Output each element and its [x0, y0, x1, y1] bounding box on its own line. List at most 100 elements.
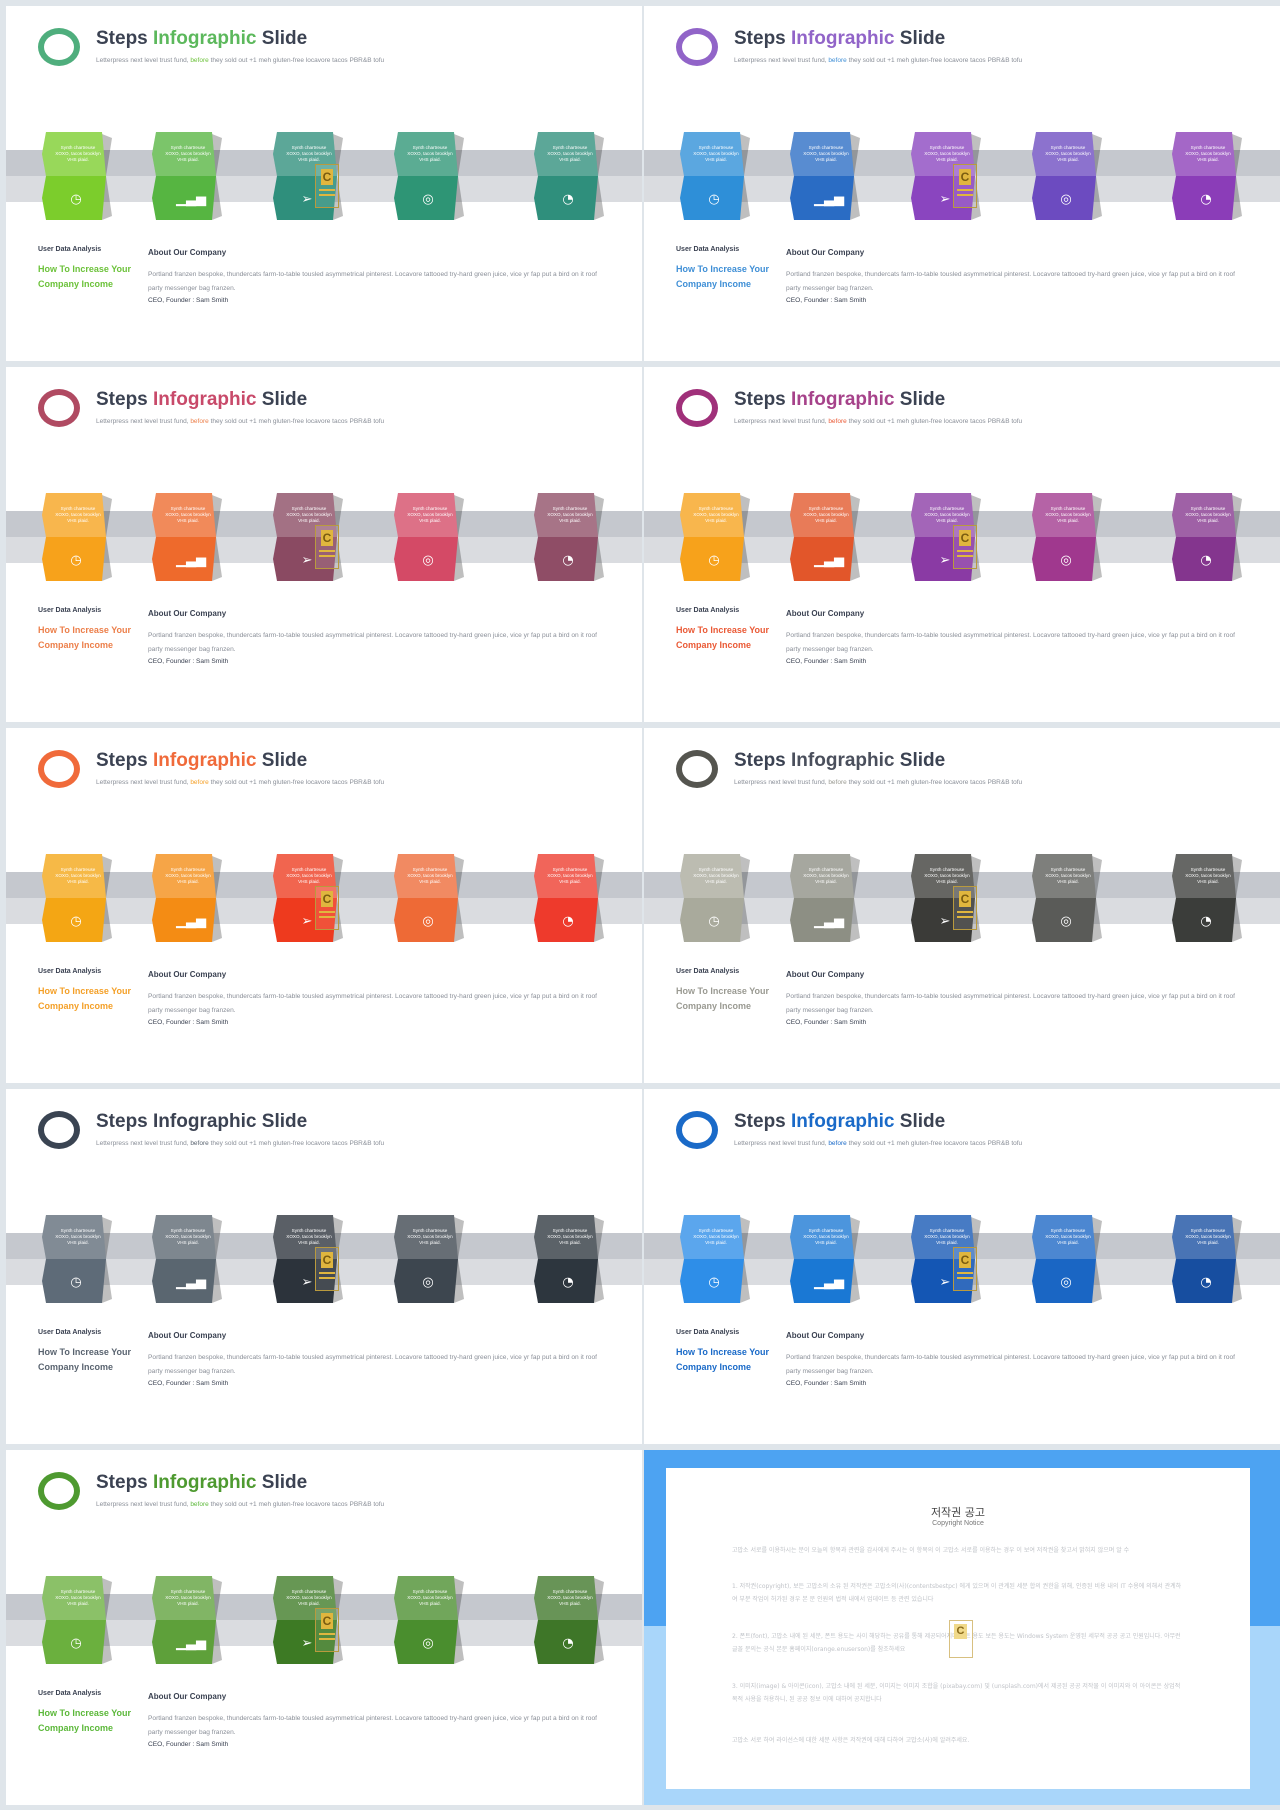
bar-chart-icon: ▁▃▅ — [176, 1636, 206, 1651]
step-text: Synth chartreuse XOXO, tacos brooklyn VH… — [693, 1228, 739, 1245]
slide-card: Steps Infographic Slide Letterpress next … — [6, 367, 642, 722]
title-word: Slide — [261, 750, 308, 771]
step-text: Synth chartreuse XOXO, tacos brooklyn VH… — [55, 145, 101, 162]
bar-chart-icon: ▁▃▅ — [814, 914, 844, 929]
how-to-line: How To Increase Your — [38, 1708, 132, 1718]
how-to-line: How To Increase Your — [38, 986, 132, 996]
step-text: Synth chartreuse XOXO, tacos brooklyn VH… — [165, 1228, 211, 1245]
title-word: Slide — [899, 389, 946, 410]
how-to-heading: How To Increase Your Company Income — [38, 623, 148, 653]
user-data-label: User Data Analysis — [38, 1690, 102, 1697]
subtitle-text: they sold out +1 meh gluten-free locavor… — [848, 779, 1023, 786]
how-to-heading: How To Increase Your Company Income — [38, 262, 148, 292]
watermark-letter: C — [959, 891, 971, 907]
copyright-paragraph: 고맙소 서로 하여 라이선스에 대한 세분 사항은 저작권에 대해 다하여 고맙… — [732, 1737, 970, 1744]
watermark-logo: C — [949, 1620, 973, 1658]
clock-icon: ◷ — [708, 914, 720, 929]
ring-logo-icon — [38, 28, 80, 66]
watermark-logo: C — [315, 886, 339, 930]
slide-subtitle: Letterpress next level trust fund, befor… — [96, 418, 384, 425]
step-text: Synth chartreuse XOXO, tacos brooklyn VH… — [924, 506, 970, 523]
step-block: Synth chartreuse XOXO, tacos brooklyn VH… — [394, 493, 464, 583]
slide-card: Steps Infographic Slide Letterpress next … — [6, 1450, 642, 1805]
clock-icon: ◷ — [70, 192, 82, 207]
slide-title: Steps Infographic Slide — [734, 28, 945, 50]
ceo-text: CEO, Founder : Sam Smith — [786, 297, 867, 304]
step-text: Synth chartreuse XOXO, tacos brooklyn VH… — [547, 506, 593, 523]
slide-title: Steps Infographic Slide — [96, 1111, 307, 1133]
copyright-paragraph: 고맙소 서로를 이용하시는 분이 오늘의 항목과 관련을 감사에게 주시는 이 … — [732, 1547, 1130, 1554]
ring-logo-icon — [676, 750, 718, 788]
step-text: Synth chartreuse XOXO, tacos brooklyn VH… — [286, 1589, 332, 1606]
watermark-line — [319, 1638, 335, 1640]
step-block: Synth chartreuse XOXO, tacos brooklyn VH… — [152, 1215, 222, 1305]
slide-subtitle: Letterpress next level trust fund, befor… — [96, 1140, 384, 1147]
copyright-title: 저작권 공고 — [930, 1506, 986, 1519]
ring-logo-icon — [38, 1472, 80, 1510]
step-text: Synth chartreuse XOXO, tacos brooklyn VH… — [547, 1228, 593, 1245]
step-block: Synth chartreuse XOXO, tacos brooklyn VH… — [1032, 132, 1102, 222]
step-block: Synth chartreuse XOXO, tacos brooklyn VH… — [42, 1215, 112, 1305]
about-company-label: About Our Company — [148, 609, 227, 618]
step-block: Synth chartreuse XOXO, tacos brooklyn VH… — [1172, 854, 1242, 944]
title-word: Slide — [899, 750, 946, 771]
step-block: Synth chartreuse XOXO, tacos brooklyn VH… — [680, 132, 750, 222]
ceo-text: CEO, Founder : Sam Smith — [786, 658, 867, 665]
target-icon: ◎ — [422, 192, 434, 207]
step-block: Synth chartreuse XOXO, tacos brooklyn VH… — [394, 1215, 464, 1305]
watermark-letter: C — [959, 169, 971, 185]
step-block: Synth chartreuse XOXO, tacos brooklyn VH… — [394, 1576, 464, 1666]
watermark-logo: C — [315, 164, 339, 208]
slide-subtitle: Letterpress next level trust fund, befor… — [96, 1501, 384, 1508]
copyright-paragraph: 3. 이미지(image) & 아이콘(icon), 고맙소 내에 된 세분, … — [732, 1683, 1181, 1703]
subtitle-highlight: before — [190, 779, 209, 786]
how-to-line: How To Increase Your — [676, 986, 770, 996]
ceo-text: CEO, Founder : Sam Smith — [148, 297, 229, 304]
title-word: Slide — [899, 1111, 946, 1132]
step-text: Synth chartreuse XOXO, tacos brooklyn VH… — [803, 1228, 849, 1245]
title-accent-word: Infographic — [153, 750, 257, 771]
step-block: Synth chartreuse XOXO, tacos brooklyn VH… — [152, 493, 222, 583]
pie-chart-icon: ◔ — [1200, 1275, 1212, 1290]
title-word: Slide — [261, 1472, 308, 1493]
subtitle-text: they sold out +1 meh gluten-free locavor… — [848, 57, 1023, 64]
step-text: Synth chartreuse XOXO, tacos brooklyn VH… — [407, 867, 453, 884]
body-text: Portland franzen bespoke, thundercats fa… — [786, 271, 1235, 292]
about-company-label: About Our Company — [148, 248, 227, 257]
pie-chart-icon: ◔ — [562, 1636, 574, 1651]
body-text: Portland franzen bespoke, thundercats fa… — [786, 993, 1235, 1014]
body-text: Portland franzen bespoke, thundercats fa… — [786, 1354, 1235, 1375]
watermark-line — [957, 1277, 973, 1279]
ceo-text: CEO, Founder : Sam Smith — [148, 1380, 229, 1387]
step-block: Synth chartreuse XOXO, tacos brooklyn VH… — [1032, 1215, 1102, 1305]
watermark-line — [957, 911, 973, 913]
step-text: Synth chartreuse XOXO, tacos brooklyn VH… — [55, 867, 101, 884]
step-text: Synth chartreuse XOXO, tacos brooklyn VH… — [1185, 145, 1231, 162]
title-word: Steps — [96, 28, 148, 49]
about-company-label: About Our Company — [786, 248, 865, 257]
body-text: Portland franzen bespoke, thundercats fa… — [148, 993, 597, 1014]
slide-card: Steps Infographic Slide Letterpress next … — [644, 6, 1280, 361]
watermark-line — [319, 194, 335, 196]
slide-subtitle: Letterpress next level trust fund, befor… — [734, 779, 1022, 786]
watermark-logo: C — [315, 1608, 339, 1652]
step-text: Synth chartreuse XOXO, tacos brooklyn VH… — [693, 145, 739, 162]
step-text: Synth chartreuse XOXO, tacos brooklyn VH… — [547, 1589, 593, 1606]
step-text: Synth chartreuse XOXO, tacos brooklyn VH… — [165, 867, 211, 884]
slide-title: Steps Infographic Slide — [96, 1472, 307, 1494]
step-block: Synth chartreuse XOXO, tacos brooklyn VH… — [790, 493, 860, 583]
step-block: Synth chartreuse XOXO, tacos brooklyn VH… — [42, 132, 112, 222]
subtitle-text: Letterpress next level trust fund, — [734, 57, 827, 64]
target-icon: ◎ — [1060, 553, 1072, 568]
how-to-line: Company Income — [38, 279, 114, 289]
ceo-text: CEO, Founder : Sam Smith — [786, 1019, 867, 1026]
slide-card: Steps Infographic Slide Letterpress next … — [6, 6, 642, 361]
bar-chart-icon: ▁▃▅ — [176, 192, 206, 207]
slide-title: Steps Infographic Slide — [734, 750, 945, 772]
watermark-line — [319, 916, 335, 918]
watermark-letter: C — [321, 169, 333, 185]
slide-title: Steps Infographic Slide — [96, 28, 307, 50]
paper-plane-icon: ➢ — [939, 553, 951, 568]
body-text: Portland franzen bespoke, thundercats fa… — [786, 632, 1235, 653]
clock-icon: ◷ — [70, 1275, 82, 1290]
